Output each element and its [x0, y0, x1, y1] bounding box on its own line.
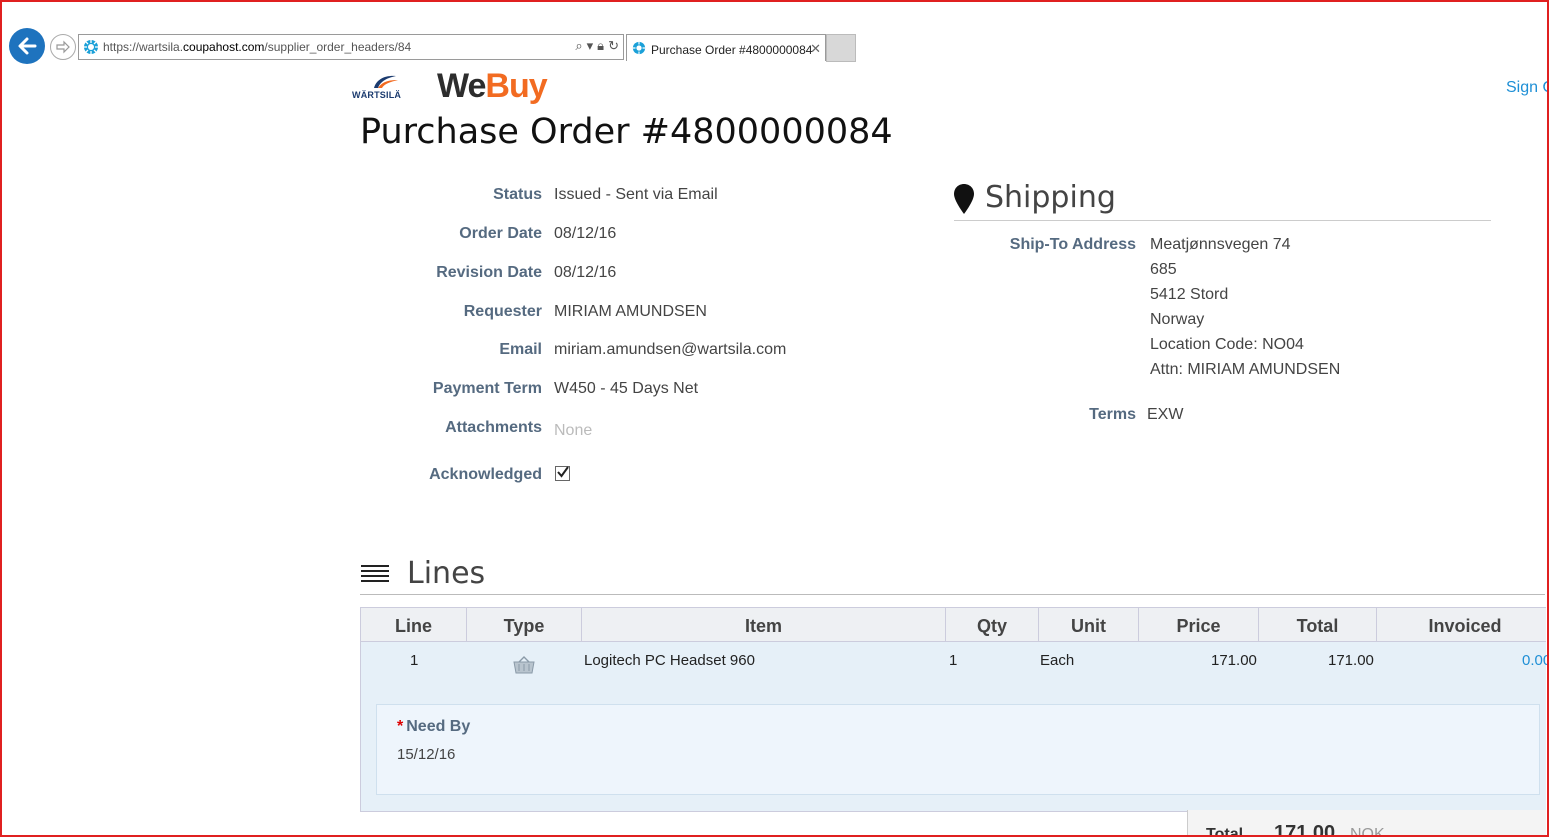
- checkmark-icon: [557, 466, 569, 478]
- column-header-item[interactable]: Item: [582, 608, 946, 641]
- total-currency: NOK: [1350, 826, 1385, 837]
- map-pin-icon: [954, 184, 974, 214]
- need-by-panel: * Need By 15/12/16: [376, 704, 1540, 795]
- column-header-price[interactable]: Price: [1139, 608, 1259, 641]
- address-line: Norway: [1150, 311, 1205, 328]
- revision-date-row: Revision Date 08/12/16: [436, 264, 617, 281]
- column-header-line[interactable]: Line: [361, 608, 467, 641]
- email-value: miriam.amundsen@wartsila.com: [554, 341, 787, 358]
- email-row: Email miriam.amundsen@wartsila.com: [499, 341, 787, 358]
- column-header-qty[interactable]: Qty: [946, 608, 1039, 641]
- lines-table: Line Type Item Qty Unit Price Total Invo…: [360, 607, 1549, 812]
- cell-line: 1: [410, 652, 419, 669]
- address-url: https://wartsila.coupahost.com/supplier_…: [103, 40, 412, 54]
- cell-unit: Each: [1040, 652, 1075, 669]
- webuy-logo: WeBuy: [437, 67, 548, 105]
- address-line: 685: [1150, 261, 1177, 278]
- attachments-row: Attachments None: [445, 419, 593, 439]
- requester-row: Requester MIRIAM AMUNDSEN: [463, 303, 707, 320]
- terms-label: Terms: [1089, 406, 1136, 423]
- column-header-total[interactable]: Total: [1259, 608, 1377, 641]
- tab-title: Purchase Order #4800000084: [651, 43, 813, 57]
- column-header-type[interactable]: Type: [467, 608, 582, 641]
- address-line: Meatjønnsvegen 74: [1150, 236, 1291, 253]
- acknowledged-row: Acknowledged: [360, 464, 920, 486]
- forward-button[interactable]: [50, 34, 76, 60]
- back-button[interactable]: [9, 28, 45, 64]
- address-line: Attn: MIRIAM AMUNDSEN: [1150, 361, 1341, 378]
- cell-qty: 1: [949, 652, 958, 669]
- arrow-right-icon: [56, 40, 70, 54]
- cell-item: Logitech PC Headset 960: [584, 652, 755, 669]
- page-title: Purchase Order #4800000084: [360, 112, 893, 152]
- column-header-invoiced[interactable]: Invoiced: [1377, 608, 1549, 641]
- sign-out-link[interactable]: Sign Out: [1506, 79, 1549, 97]
- address-line: Location Code: NO04: [1150, 336, 1304, 353]
- shipping-header: Shipping: [954, 180, 1491, 221]
- wartsila-swoosh-icon: [374, 75, 398, 88]
- lines-header: Lines: [360, 555, 1545, 595]
- shipping-title: Shipping: [985, 180, 1116, 215]
- new-tab-button[interactable]: [826, 34, 856, 62]
- lines-title: Lines: [407, 556, 486, 591]
- cell-invoiced-link[interactable]: 0.00: [1522, 652, 1549, 669]
- dropdown-icon[interactable]: ▾: [587, 38, 594, 54]
- status-value: Issued - Sent via Email: [554, 186, 718, 203]
- need-by-value: 15/12/16: [397, 746, 456, 763]
- revision-date-value: 08/12/16: [554, 264, 617, 281]
- lock-icon[interactable]: 🔒︎: [597, 38, 604, 54]
- order-date-value: 08/12/16: [554, 225, 617, 242]
- order-date-row: Order Date 08/12/16: [459, 225, 617, 242]
- wartsila-logo: WÄRTSILÄ: [352, 72, 402, 102]
- address-tools: ⌕ ▾ 🔒︎ ↻: [575, 38, 619, 54]
- coupa-favicon-icon: [84, 40, 98, 54]
- address-line: 5412 Stord: [1150, 286, 1229, 303]
- total-summary: Total 171.00 NOK: [1187, 810, 1546, 837]
- close-icon[interactable]: ✕: [810, 41, 821, 57]
- requester-value: MIRIAM AMUNDSEN: [554, 303, 707, 320]
- status-row: Status Issued - Sent via Email: [493, 186, 718, 203]
- table-header: Line Type Item Qty Unit Price Total Invo…: [361, 608, 1546, 642]
- search-icon[interactable]: ⌕: [575, 38, 582, 54]
- attachments-value: None: [554, 422, 593, 439]
- refresh-icon[interactable]: ↻: [608, 38, 619, 54]
- terms-value: EXW: [1147, 406, 1184, 423]
- total-label: Total: [1206, 826, 1244, 837]
- browser-chrome: https://wartsila.coupahost.com/supplier_…: [2, 2, 1545, 64]
- cell-total: 171.00: [1328, 652, 1374, 669]
- coupa-favicon-icon: [632, 41, 646, 55]
- need-by-label: * Need By: [397, 718, 471, 735]
- payment-term-value: W450 - 45 Days Net: [554, 380, 699, 397]
- list-icon: [361, 565, 389, 585]
- address-bar[interactable]: https://wartsila.coupahost.com/supplier_…: [78, 34, 624, 60]
- payment-term-row: Payment Term W450 - 45 Days Net: [432, 380, 699, 397]
- cell-price: 171.00: [1211, 652, 1257, 669]
- acknowledged-checkbox[interactable]: [555, 466, 570, 481]
- total-value: 171.00: [1274, 822, 1336, 837]
- basket-icon: [513, 656, 535, 674]
- arrow-left-icon: [18, 37, 37, 55]
- browser-tab[interactable]: Purchase Order #4800000084 ✕: [626, 34, 826, 61]
- column-header-unit[interactable]: Unit: [1039, 608, 1139, 641]
- ship-to-label: Ship-To Address: [1009, 236, 1136, 253]
